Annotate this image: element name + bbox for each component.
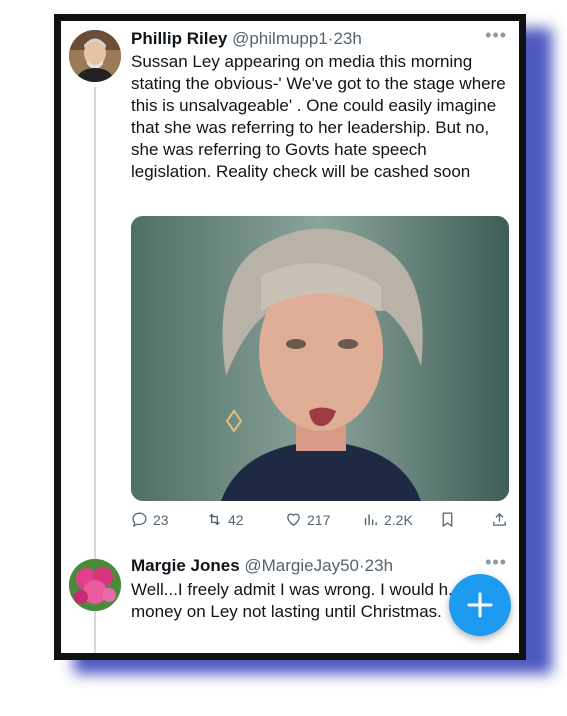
timestamp[interactable]: 23h — [333, 29, 361, 48]
tweet-header: Phillip Riley @philmupp1·23h — [131, 29, 362, 49]
share-icon — [493, 512, 506, 526]
share-button[interactable] — [491, 511, 508, 528]
views-button[interactable]: 2.2K — [362, 511, 413, 528]
reply-count: 23 — [153, 511, 169, 528]
views-icon — [364, 514, 377, 526]
tweet-actions: 23 42 217 2.2K — [131, 511, 511, 533]
retweet-icon — [209, 513, 220, 526]
tweet-photo[interactable] — [131, 216, 509, 501]
timestamp[interactable]: 23h — [365, 556, 393, 575]
avatar-phillip-riley[interactable] — [69, 30, 121, 82]
tweet-text: Sussan Ley appearing on media this morni… — [131, 52, 506, 181]
reply-button[interactable]: 23 — [131, 511, 169, 528]
like-button[interactable]: 217 — [285, 511, 330, 528]
more-options-icon[interactable]: ••• — [485, 552, 507, 573]
tweet-header: Margie Jones @MargieJay50·23h — [131, 556, 393, 576]
author-name[interactable]: Margie Jones — [131, 556, 240, 575]
author-handle[interactable]: @philmupp1 — [232, 29, 328, 48]
views-count: 2.2K — [384, 511, 413, 528]
compose-button[interactable] — [449, 574, 511, 636]
reply-icon — [132, 512, 147, 528]
bookmark-button[interactable] — [439, 511, 456, 528]
bookmark-icon — [442, 512, 453, 528]
retweet-count: 42 — [228, 511, 244, 528]
author-handle[interactable]: @MargieJay50 — [244, 556, 359, 575]
author-name[interactable]: Phillip Riley — [131, 29, 227, 48]
compose-plus-icon — [467, 592, 493, 618]
like-icon — [287, 513, 300, 526]
like-count: 217 — [307, 511, 331, 528]
avatar-margie-jones[interactable] — [69, 559, 121, 611]
tweet-screenshot: Phillip Riley @philmupp1·23h ••• Sussan … — [61, 21, 519, 653]
retweet-button[interactable]: 42 — [206, 511, 244, 528]
more-options-icon[interactable]: ••• — [485, 25, 507, 46]
